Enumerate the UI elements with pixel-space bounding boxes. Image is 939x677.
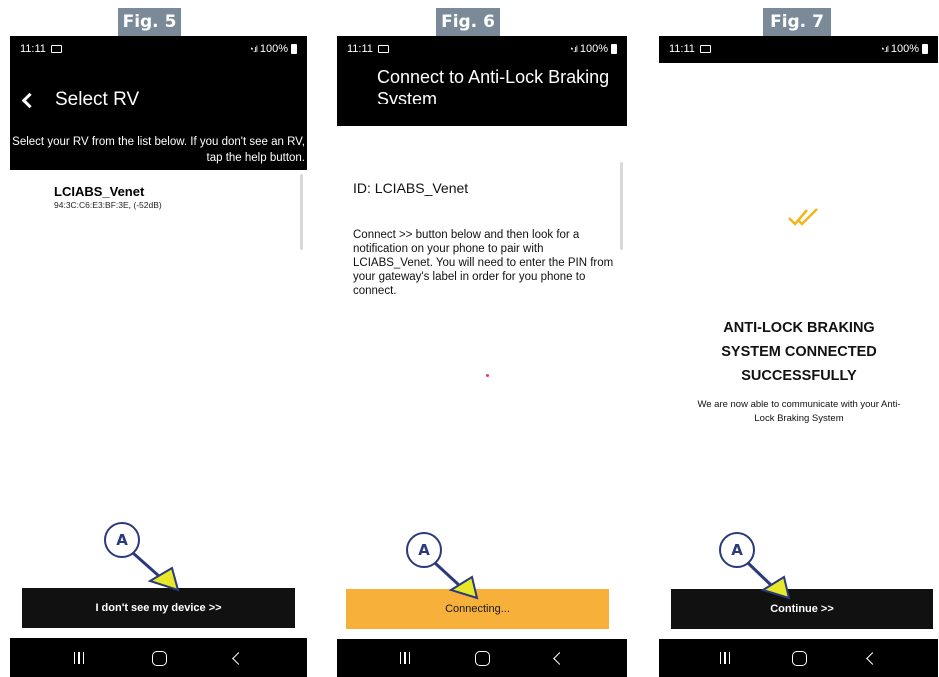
pairing-instructions: Connect >> button below and then look fo… xyxy=(353,229,614,297)
nav-recents-icon[interactable] xyxy=(399,652,411,664)
gallery-icon xyxy=(377,45,389,53)
device-list-item[interactable]: LCIABS_Venet 94:3C:C6:E3:BF:3E, (-52dB) xyxy=(54,184,162,210)
nav-back-icon[interactable] xyxy=(553,651,567,665)
nav-home-icon[interactable] xyxy=(151,650,167,666)
continue-button[interactable]: Continue >> xyxy=(671,589,933,629)
callout-marker-a: A xyxy=(719,532,755,568)
fig5-header: Select RV xyxy=(10,80,307,120)
success-headline: ANTI-LOCK BRAKING SYSTEM CONNECTED SUCCE… xyxy=(721,320,877,384)
battery-icon xyxy=(291,44,297,54)
fig6-title-wrap: Connect to Anti-Lock Braking System xyxy=(337,66,627,104)
fig5-status-bar: 11:11 ◔.ıl 100% xyxy=(10,36,307,62)
scrollbar[interactable] xyxy=(300,174,303,250)
device-id: ID: LCIABS_Venet xyxy=(353,180,469,196)
nav-home-icon[interactable] xyxy=(791,650,807,666)
status-time: 11:11 xyxy=(669,43,695,55)
fig5-phone: 11:11 ◔.ıl 100% Select RV Select your RV… xyxy=(10,36,307,677)
battery-percent: 100% xyxy=(259,43,288,55)
connecting-button[interactable]: Connecting... xyxy=(346,589,609,629)
fig7-content: ANTI-LOCK BRAKING SYSTEM CONNECTED SUCCE… xyxy=(659,63,938,639)
wifi-signal-icon: ◔.ıl xyxy=(879,44,888,54)
fig6-nav-bar xyxy=(337,639,627,677)
fig6-status-bar: 11:11 ◔.ıl 100% xyxy=(337,36,627,62)
fig7-phone: 11:11 ◔.ıl 100% ANTI-LOCK BRAKING SYSTEM… xyxy=(659,36,938,677)
battery-percent: 100% xyxy=(579,43,608,55)
fig7-status-bar: 11:11 ◔.ıl 100% xyxy=(659,36,938,62)
nav-back-icon[interactable] xyxy=(232,651,246,665)
fig7-label: Fig. 7 xyxy=(763,8,831,36)
page-title: Select RV xyxy=(55,89,140,110)
back-arrow-icon[interactable] xyxy=(21,92,38,108)
double-check-icon xyxy=(788,208,818,226)
wifi-signal-icon: ◔.ıl xyxy=(568,44,577,54)
fig6-phone: 11:11 ◔.ıl 100% Connect to Anti-Lock Bra… xyxy=(337,36,627,677)
fig5-content: LCIABS_Venet 94:3C:C6:E3:BF:3E, (-52dB) … xyxy=(10,170,307,638)
fig5-nav-bar xyxy=(10,639,307,677)
nav-recents-icon[interactable] xyxy=(719,652,731,664)
battery-percent: 100% xyxy=(890,43,919,55)
fig6-content: ID: LCIABS_Venet Connect >> button below… xyxy=(337,126,627,639)
nav-recents-icon[interactable] xyxy=(73,652,85,664)
status-time: 11:11 xyxy=(347,43,373,55)
success-subtext: We are now able to communicate with your… xyxy=(697,399,901,424)
nav-home-icon[interactable] xyxy=(475,650,491,666)
battery-icon xyxy=(611,44,617,54)
gallery-icon xyxy=(50,45,62,53)
status-time: 11:11 xyxy=(20,43,46,55)
device-detail: 94:3C:C6:E3:BF:3E, (-52dB) xyxy=(54,200,162,210)
callout-marker-a: A xyxy=(104,522,140,558)
page-title: Connect to Anti-Lock Braking System xyxy=(377,67,610,104)
scrollbar[interactable] xyxy=(620,162,623,250)
fig7-nav-bar xyxy=(659,639,938,677)
nav-back-icon[interactable] xyxy=(866,651,880,665)
loading-spinner-icon xyxy=(486,374,489,377)
no-device-button[interactable]: I don't see my device >> xyxy=(22,588,295,628)
fig6-label: Fig. 6 xyxy=(436,8,500,36)
gallery-icon xyxy=(699,45,711,53)
device-name: LCIABS_Venet xyxy=(54,184,145,199)
battery-icon xyxy=(922,44,928,54)
fig5-instructions: Select your RV from the list below. If y… xyxy=(12,136,305,164)
wifi-signal-icon: ◔.ıl xyxy=(248,44,257,54)
fig5-label: Fig. 5 xyxy=(118,8,181,36)
callout-marker-a: A xyxy=(406,532,442,568)
